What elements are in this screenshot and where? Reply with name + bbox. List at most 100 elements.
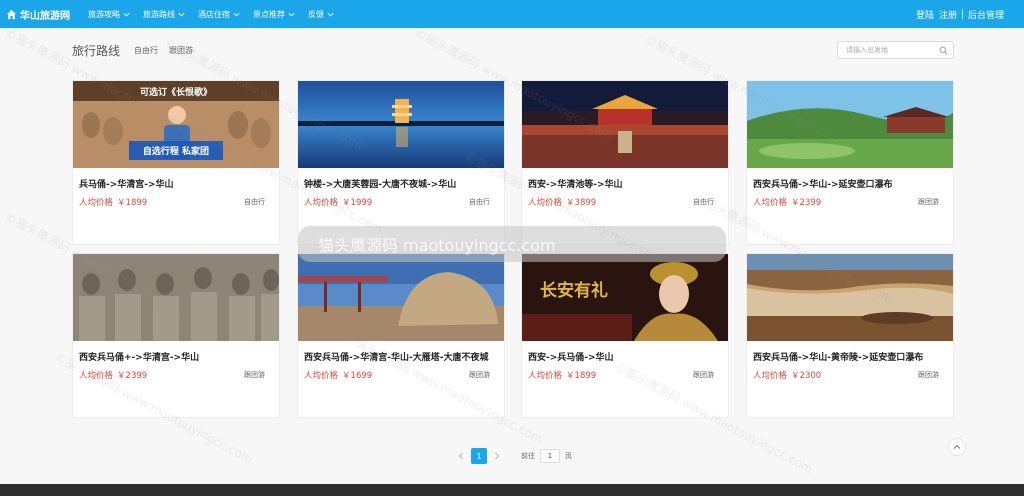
- route-title: 兵马俑->华清宫->华山: [79, 180, 174, 190]
- price-label: 人均价格: [79, 198, 114, 208]
- watermark-banner: 猫头鹰源码 maotouyingcc.com: [298, 226, 726, 262]
- admin-link[interactable]: 后台管理: [968, 8, 1004, 21]
- price-label: 人均价格: [528, 198, 563, 208]
- route-price: 人均价格 ￥1899: [528, 369, 596, 381]
- departure-search-input[interactable]: [838, 46, 934, 54]
- nav-item-label: 反馈: [308, 9, 324, 19]
- price-value: 1899: [125, 198, 148, 208]
- route-type-badge: 自由行: [244, 198, 265, 206]
- goto-page-input[interactable]: [540, 449, 560, 463]
- chevron-down-icon: [178, 12, 185, 16]
- price-value: 3899: [574, 198, 597, 208]
- price-value: 1999: [350, 198, 373, 208]
- price-value: 1699: [350, 371, 373, 381]
- nav-item-label: 酒店住宿: [198, 9, 230, 19]
- top-navigation-bar: 华山旅游网 旅游攻略 旅游路线 酒店住宿 景点推荐 反馈 登陆 注册 后台管理: [0, 0, 1024, 28]
- nav-item-travel-routes[interactable]: 旅游路线: [143, 9, 185, 20]
- route-price: 人均价格 ￥1999: [304, 196, 372, 208]
- route-card[interactable]: 西安兵马俑+->华清宫->华山 人均价格 ￥2399 跟团游: [72, 253, 280, 418]
- route-type-badge: 跟团游: [918, 371, 939, 379]
- route-photo-stone-monument: [298, 254, 504, 341]
- brand[interactable]: 华山旅游网: [6, 7, 82, 22]
- route-title: 西安兵马俑->华清宫-华山-大雁塔-大唐不夜城: [304, 353, 489, 363]
- currency-symbol: ￥: [566, 371, 575, 381]
- nav-item-travel-guide[interactable]: 旅游攻略: [88, 9, 130, 20]
- nav-item-hotels[interactable]: 酒店住宿: [198, 9, 240, 20]
- pagination: 1 前往 页: [455, 448, 572, 464]
- nav-item-label: 旅游路线: [143, 9, 175, 19]
- tab-free-travel[interactable]: 自由行: [134, 45, 158, 56]
- chevron-down-icon: [233, 12, 240, 16]
- route-photo-terracotta-army: [73, 254, 279, 341]
- account-links: 登陆 注册 后台管理: [916, 0, 1004, 28]
- currency-symbol: ￥: [117, 371, 126, 381]
- route-price: 人均价格 ￥3899: [528, 196, 596, 208]
- chevron-down-icon: [327, 12, 334, 16]
- currency-symbol: ￥: [117, 198, 126, 208]
- price-label: 人均价格: [753, 371, 788, 381]
- currency-symbol: ￥: [566, 198, 575, 208]
- route-type-badge: 跟团游: [918, 198, 939, 206]
- price-label: 人均价格: [79, 371, 114, 381]
- page-number-active[interactable]: 1: [471, 448, 487, 464]
- route-price: 人均价格 ￥2399: [79, 369, 147, 381]
- route-card[interactable]: 钟楼->大唐芙蓉园-大唐不夜城->华山 人均价格 ￥1999 自由行: [297, 80, 505, 245]
- route-type-badge: 自由行: [693, 198, 714, 206]
- currency-symbol: ￥: [342, 371, 351, 381]
- route-photo-waterfall: [747, 254, 953, 341]
- price-label: 人均价格: [528, 371, 563, 381]
- route-photo-lakeside-garden: [747, 81, 953, 168]
- route-photo-tang-costume: 长安有礼: [522, 254, 728, 341]
- chevron-up-icon: [953, 444, 961, 449]
- route-card[interactable]: 长安有礼 西安->兵马俑->华山 人均价格 ￥1899 跟团游: [521, 253, 729, 418]
- route-card[interactable]: 西安兵马俑->华山-黄帝陵->延安壶口瀑布 人均价格 ￥2300 跟团游: [746, 253, 954, 418]
- login-link[interactable]: 登陆: [916, 8, 934, 21]
- route-list-header: 旅行路线 自由行 跟团游: [72, 40, 954, 60]
- search-icon[interactable]: [939, 46, 948, 55]
- route-price: 人均价格 ￥2300: [753, 369, 821, 381]
- price-label: 人均价格: [304, 198, 339, 208]
- chevron-down-icon: [123, 12, 130, 16]
- route-title: 钟楼->大唐芙蓉园-大唐不夜城->华山: [304, 180, 457, 190]
- prev-page-button[interactable]: [455, 450, 467, 462]
- route-price: 人均价格 ￥1899: [79, 196, 147, 208]
- route-title: 西安->兵马俑->华山: [528, 353, 614, 363]
- page-title: 旅行路线: [72, 43, 121, 58]
- route-type-badge: 跟团游: [693, 371, 714, 379]
- currency-symbol: ￥: [791, 371, 800, 381]
- route-title: 西安兵马俑+->华清宫->华山: [79, 353, 200, 363]
- route-card[interactable]: 西安兵马俑->华清宫-华山-大雁塔-大唐不夜城 人均价格 ￥1699 跟团游: [297, 253, 505, 418]
- brand-name: 华山旅游网: [20, 10, 70, 22]
- nav-item-attractions[interactable]: 景点推荐: [253, 9, 295, 20]
- tab-group-tour[interactable]: 跟团游: [169, 45, 193, 56]
- nav-item-feedback[interactable]: 反馈: [308, 9, 334, 20]
- route-card[interactable]: 西安->华清池等->华山 人均价格 ￥3899 自由行: [521, 80, 729, 245]
- route-type-badge: 跟团游: [244, 371, 265, 379]
- route-card[interactable]: 可选订《长恨歌》 自选行程 私家团 兵马俑->华清宫->华山 人均价格 ￥1899…: [72, 80, 280, 245]
- route-card[interactable]: 西安兵马俑->华山->延安壶口瀑布 人均价格 ￥2399 跟团游: [746, 80, 954, 245]
- route-photo-night-lake-pagoda: [298, 81, 504, 168]
- chevron-right-icon: [495, 452, 500, 460]
- chevron-left-icon: [458, 452, 463, 460]
- footer-bar: [0, 484, 1024, 496]
- currency-symbol: ￥: [342, 198, 351, 208]
- currency-symbol: ￥: [791, 198, 800, 208]
- back-to-top-button[interactable]: [948, 438, 966, 456]
- next-page-button[interactable]: [491, 450, 503, 462]
- price-value: 2399: [125, 371, 148, 381]
- route-title: 西安兵马俑->华山-黄帝陵->延安壶口瀑布: [753, 353, 924, 363]
- route-photo-terracotta-guide: 可选订《长恨歌》 自选行程 私家团: [73, 81, 279, 168]
- page-suffix: 页: [565, 452, 572, 460]
- chevron-down-icon: [288, 12, 295, 16]
- divider: [961, 9, 963, 19]
- register-link[interactable]: 注册: [939, 8, 957, 21]
- image-subcaption: 自选行程 私家团: [143, 145, 209, 157]
- nav-item-label: 旅游攻略: [88, 9, 120, 19]
- route-title: 西安兵马俑->华山->延安壶口瀑布: [753, 180, 893, 190]
- search-box: [837, 41, 954, 59]
- route-photo-palace-night: [522, 81, 728, 168]
- price-label: 人均价格: [753, 198, 788, 208]
- route-type-badge: 跟团游: [469, 371, 490, 379]
- goto-label: 前往: [521, 452, 535, 460]
- image-caption: 可选订《长恨歌》: [140, 86, 212, 98]
